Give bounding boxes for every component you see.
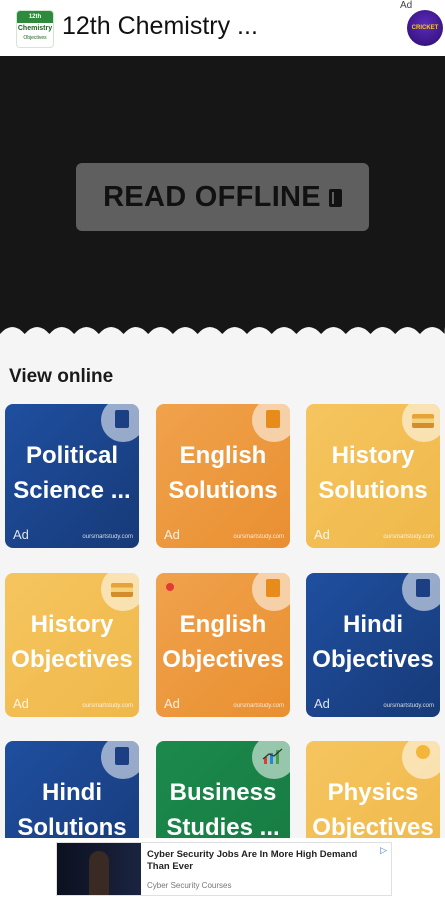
card-history-objectives[interactable]: History Objectives Ad oursmartstudy.com	[5, 573, 139, 717]
card-site: oursmartstudy.com	[82, 534, 133, 540]
card-site: oursmartstudy.com	[383, 534, 434, 540]
badge	[252, 404, 290, 442]
book-icon	[115, 747, 129, 765]
book-stack-icon	[111, 583, 133, 597]
app-bar: 12th Chemistry Objectives 12th Chemistry…	[0, 0, 445, 56]
ad-creative[interactable]: Cyber Security Jobs Are In More High Dem…	[56, 842, 392, 896]
person-image	[89, 851, 109, 895]
read-offline-button[interactable]: READ OFFLINE	[76, 163, 369, 231]
ad-label: Ad	[400, 0, 413, 11]
card-ad-label: Ad	[164, 696, 180, 711]
card-title: History Objectives	[11, 611, 133, 673]
section-title: View online	[9, 366, 114, 387]
card-site: oursmartstudy.com	[233, 534, 284, 540]
card-ad-label: Ad	[13, 696, 29, 711]
book-stack-icon	[412, 414, 434, 428]
bottom-ad-banner: Cyber Security Jobs Are In More High Dem…	[0, 838, 445, 900]
book-icon	[115, 410, 129, 428]
badge	[252, 573, 290, 611]
card-ad-label: Ad	[13, 527, 29, 542]
card-ad-label: Ad	[314, 527, 330, 542]
card-title: Business Studies ...	[166, 779, 280, 838]
scalloped-divider	[0, 320, 445, 350]
card-title: English Objectives	[162, 611, 284, 673]
badge	[402, 404, 440, 442]
card-title: History Solutions	[318, 442, 428, 504]
bulb-icon	[416, 745, 430, 759]
card-site: oursmartstudy.com	[82, 703, 133, 709]
logo-sub-text: Objectives	[23, 35, 47, 41]
card-ad-label: Ad	[314, 696, 330, 711]
badge	[402, 573, 440, 611]
ad-source: Cyber Security Courses	[147, 881, 232, 890]
badge	[101, 404, 139, 442]
card-english-solutions[interactable]: English Solutions Ad oursmartstudy.com	[156, 404, 290, 548]
read-offline-label: READ OFFLINE	[103, 181, 321, 213]
app-logo: 12th Chemistry Objectives	[16, 10, 54, 48]
card-political-science[interactable]: Political Science ... Ad oursmartstudy.co…	[5, 404, 139, 548]
logo-main-text: Chemistry	[17, 25, 53, 32]
notification-dot	[166, 583, 174, 591]
ad-choices-icon[interactable]: ▷	[380, 845, 387, 856]
book-icon	[266, 579, 280, 597]
ad-thumbnail	[57, 843, 141, 895]
card-site: oursmartstudy.com	[383, 703, 434, 709]
app-title: 12th Chemistry ...	[62, 12, 258, 40]
card-history-solutions[interactable]: History Solutions Ad oursmartstudy.com	[306, 404, 440, 548]
ad-app-icon[interactable]: CRICKET	[407, 10, 443, 46]
logo-top-text: 12th	[17, 11, 53, 23]
book-icon	[416, 579, 430, 597]
badge	[101, 741, 139, 779]
card-hindi-solutions[interactable]: Hindi Solutions	[5, 741, 139, 838]
book-icon	[266, 410, 280, 428]
card-title: Political Science ...	[13, 442, 131, 504]
badge	[402, 741, 440, 779]
card-ad-label: Ad	[164, 527, 180, 542]
online-grid: Political Science ... Ad oursmartstudy.co…	[0, 404, 445, 838]
card-english-objectives[interactable]: English Objectives Ad oursmartstudy.com	[156, 573, 290, 717]
card-title: English Solutions	[168, 442, 278, 504]
chart-icon	[262, 748, 283, 764]
card-title: Hindi Solutions	[17, 779, 127, 838]
card-business-studies[interactable]: Business Studies ...	[156, 741, 290, 838]
badge	[101, 573, 139, 611]
card-site: oursmartstudy.com	[233, 703, 284, 709]
book-icon	[328, 189, 342, 207]
card-hindi-objectives[interactable]: Hindi Objectives Ad oursmartstudy.com	[306, 573, 440, 717]
ad-headline: Cyber Security Jobs Are In More High Dem…	[147, 849, 358, 872]
card-title: Physics Objectives	[312, 779, 434, 838]
card-title: Hindi Objectives	[312, 611, 434, 673]
badge	[252, 741, 290, 779]
card-physics-objectives[interactable]: Physics Objectives	[306, 741, 440, 838]
